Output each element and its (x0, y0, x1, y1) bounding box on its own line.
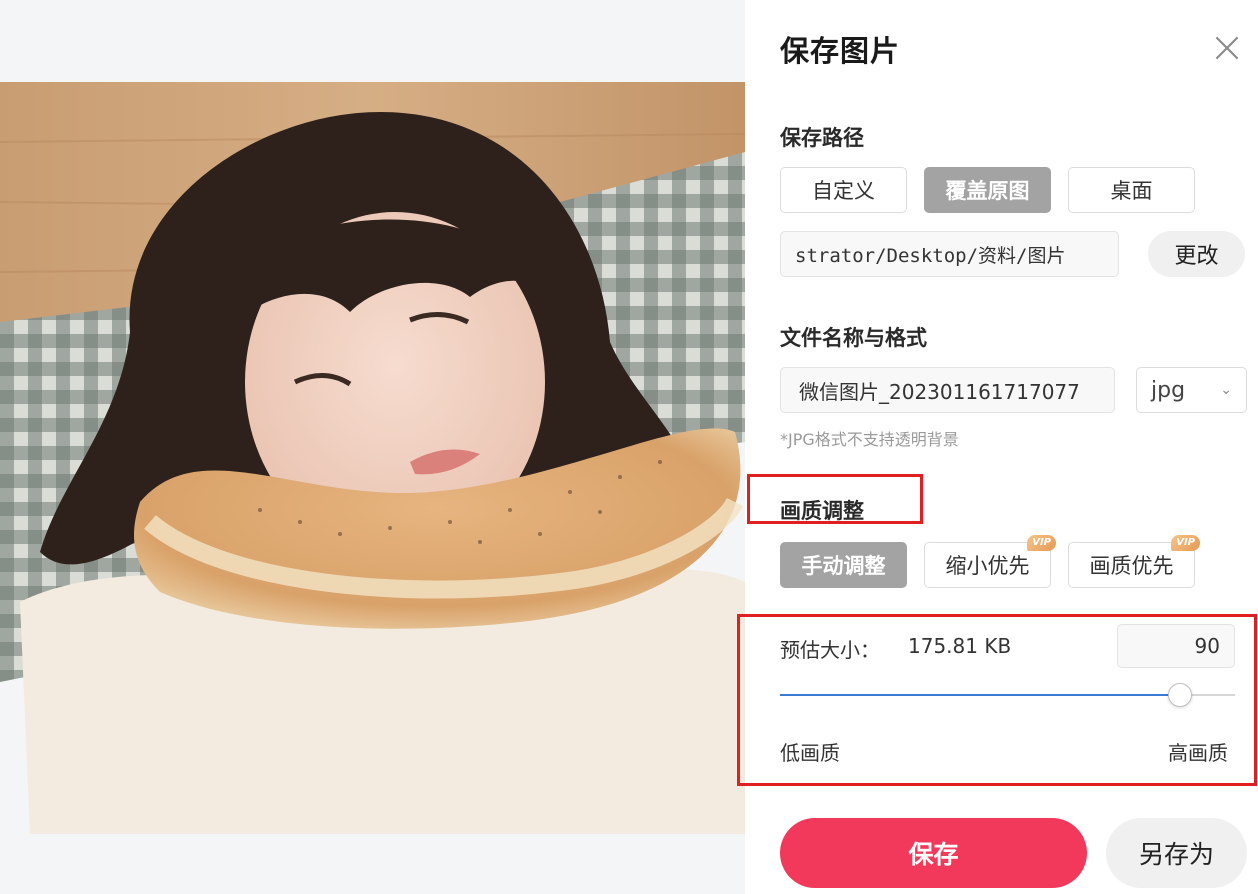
quality-mode-size-priority[interactable]: 缩小优先 VIP (924, 535, 1056, 588)
image-preview-pane (0, 0, 745, 894)
format-hint: *JPG格式不支持透明背景 (780, 430, 959, 449)
save-as-button[interactable]: 另存为 (1106, 818, 1247, 888)
preview-photo (0, 82, 745, 834)
quality-label: 画质调整 (780, 499, 864, 523)
quality-value-input[interactable]: 90 (1117, 624, 1235, 668)
preview-photo-illustration (0, 82, 745, 834)
file-name-input[interactable]: 微信图片_20230116171707​7 (780, 367, 1115, 413)
quality-slider[interactable] (780, 683, 1235, 707)
quality-mode-quality-priority[interactable]: 画质优先 VIP (1068, 535, 1200, 588)
format-select[interactable]: jpg ⌄ (1136, 367, 1247, 413)
quality-mode-manual-label: 手动调整 (801, 554, 886, 578)
estimated-size-value: 175.81 KB (908, 634, 1012, 658)
vip-badge: VIP (1171, 535, 1200, 551)
save-path-field[interactable]: strator/Desktop/资料/图片 (780, 231, 1119, 277)
quality-slider-thumb[interactable] (1168, 683, 1192, 707)
save-path-option-custom[interactable]: 自定义 (780, 167, 907, 213)
high-quality-label: 高画质 (1168, 741, 1228, 765)
low-quality-label: 低画质 (780, 741, 840, 765)
quality-mode-quality-priority-label: 画质优先 (1089, 554, 1174, 578)
save-button[interactable]: 保存 (780, 818, 1087, 888)
quality-slider-fill (780, 694, 1180, 696)
save-image-window: 保存图片 保存路径 自定义 覆盖原图 桌面 strator/Desktop/资料… (0, 0, 1258, 894)
dialog-title: 保存图片 (780, 34, 901, 68)
chevron-down-icon: ⌄ (1220, 382, 1232, 398)
save-path-option-overwrite[interactable]: 覆盖原图 (924, 167, 1051, 213)
close-icon[interactable] (1212, 33, 1242, 63)
file-name-format-label: 文件名称与格式 (780, 326, 927, 350)
format-value: jpg (1151, 377, 1186, 403)
change-path-button[interactable]: 更改 (1148, 231, 1245, 277)
vip-badge: VIP (1027, 535, 1056, 551)
save-path-option-desktop[interactable]: 桌面 (1068, 167, 1195, 213)
estimated-size-label: 预估大小： (780, 638, 880, 662)
quality-mode-manual[interactable]: 手动调整 (780, 542, 907, 588)
quality-mode-size-priority-label: 缩小优先 (945, 554, 1030, 578)
save-settings-panel: 保存图片 保存路径 自定义 覆盖原图 桌面 strator/Desktop/资料… (737, 0, 1258, 894)
save-path-label: 保存路径 (780, 126, 864, 150)
